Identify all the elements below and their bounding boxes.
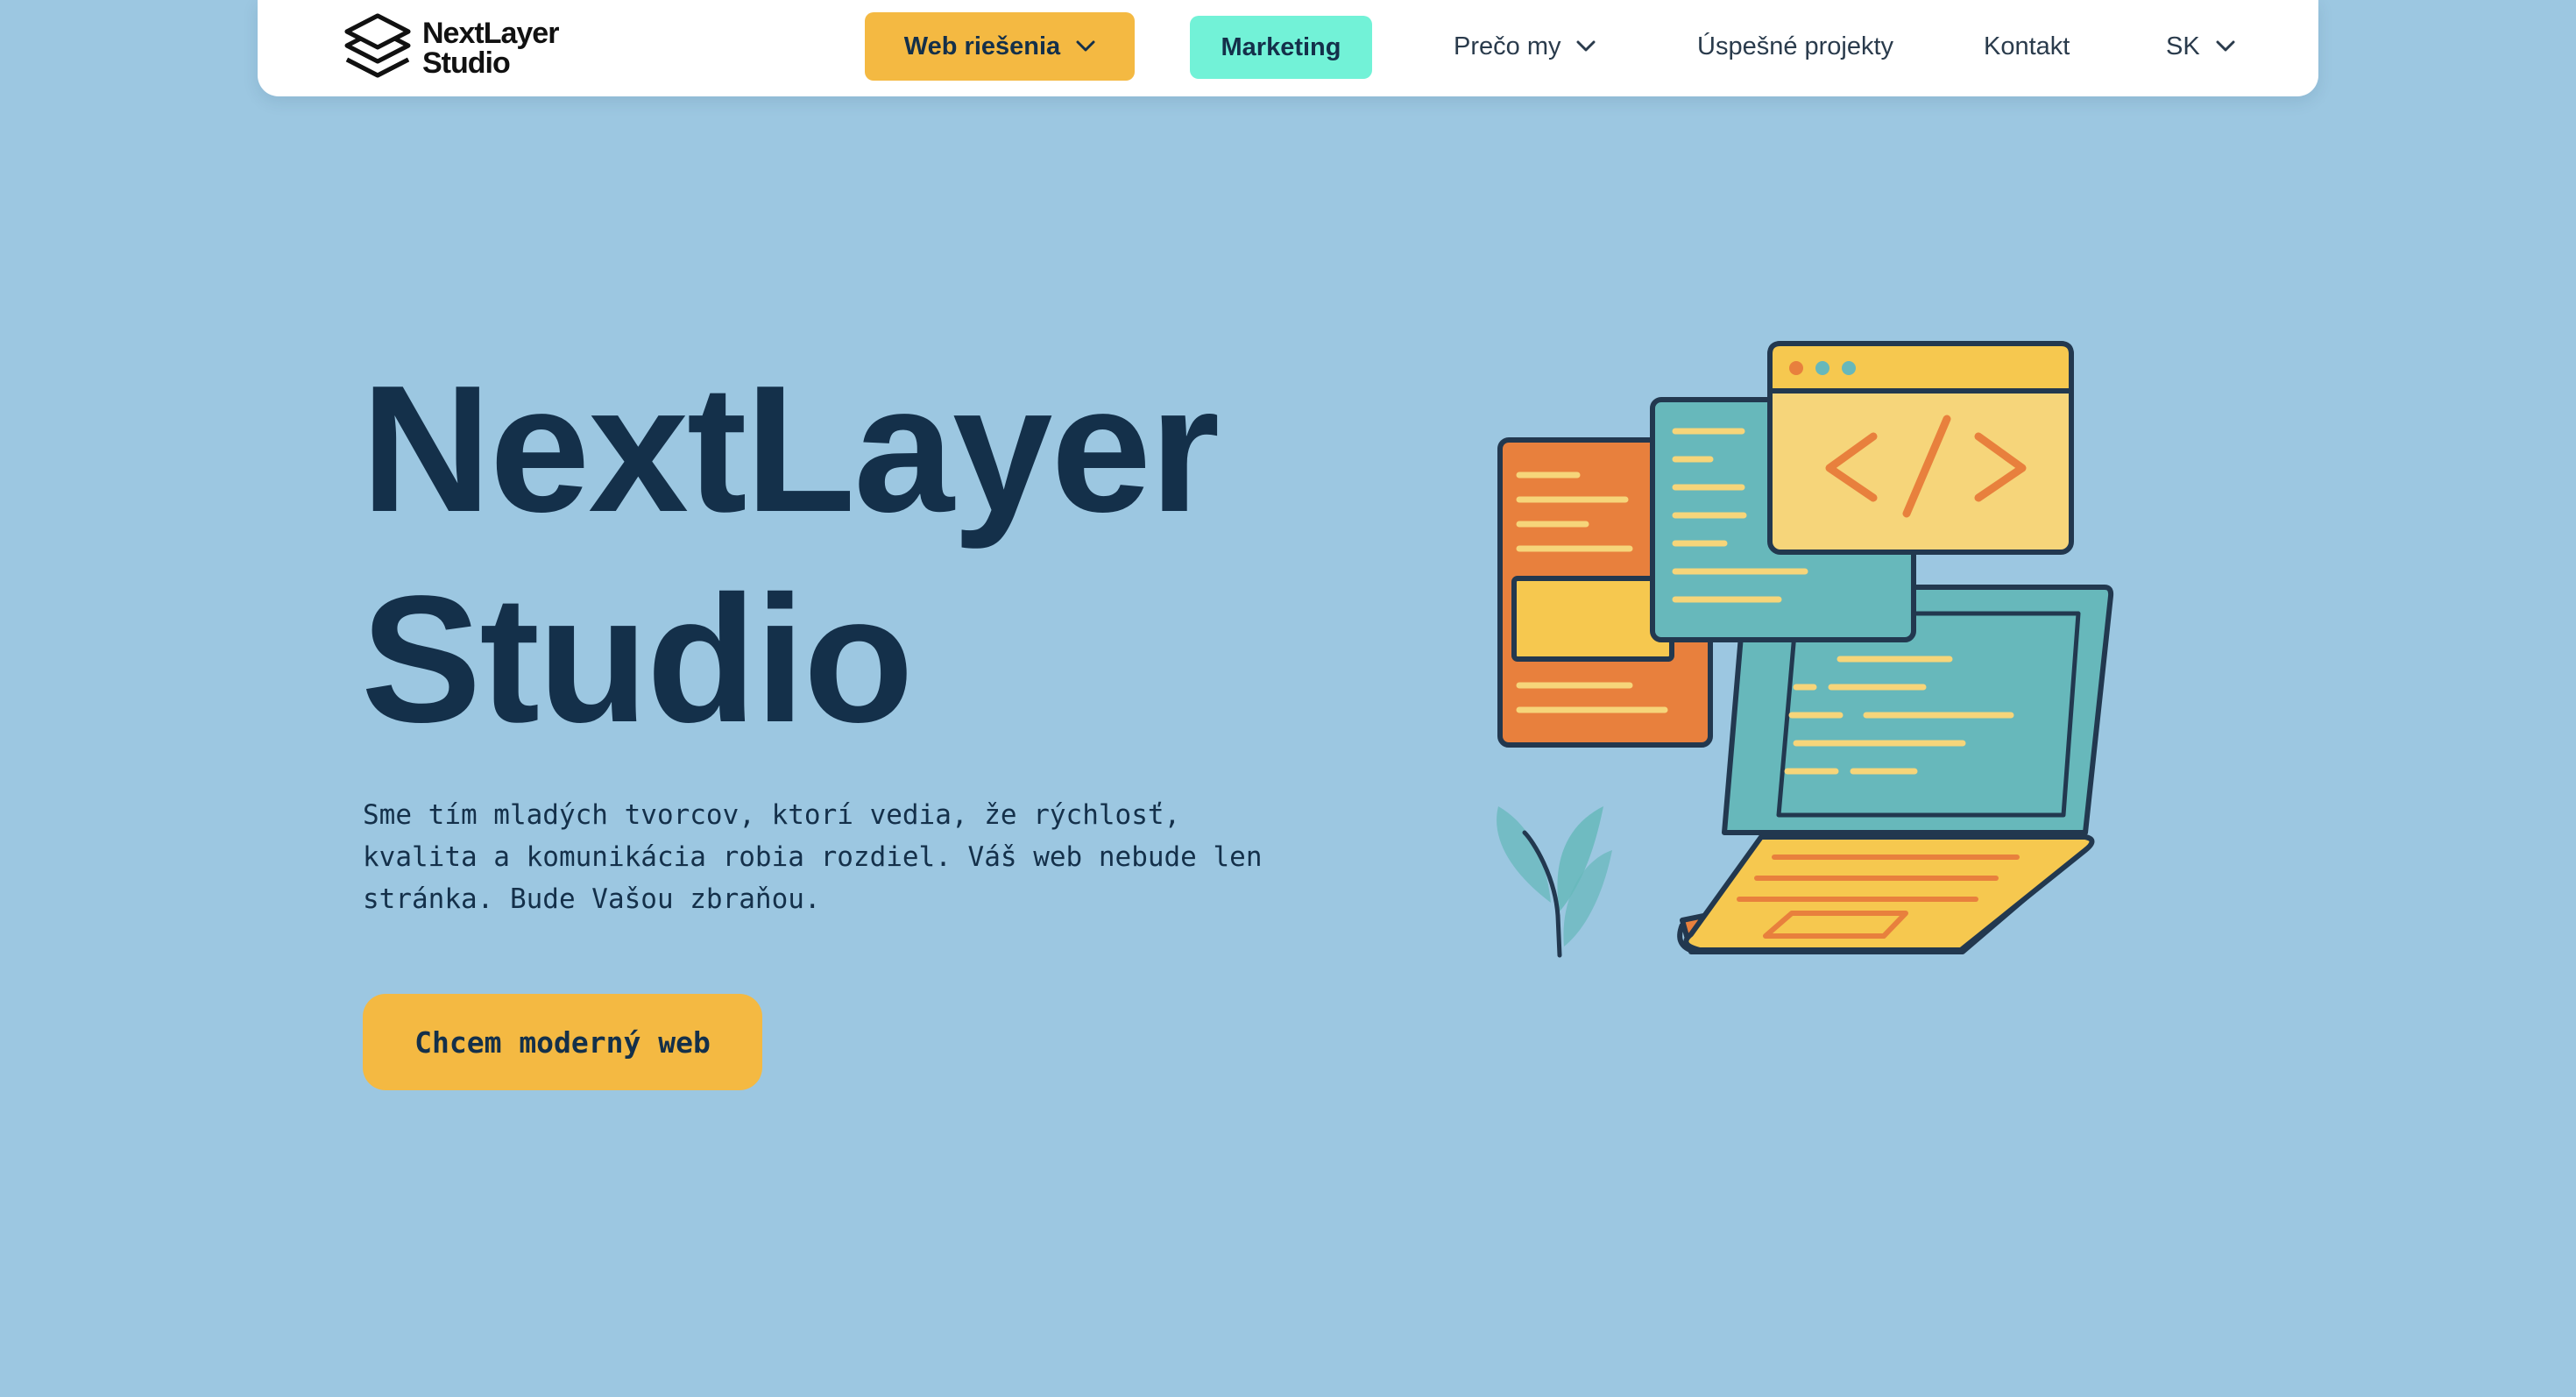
brand-logo[interactable]: NextLayer Studio [343,12,559,84]
language-label: SK [2166,32,2200,60]
nav-contact-link[interactable]: Kontakt [1984,18,2070,75]
brand-name-line2: Studio [422,46,511,80]
cta-button[interactable]: Chcem moderný web [363,994,762,1090]
cta-label: Chcem moderný web [414,1025,711,1060]
chevron-down-icon [1076,40,1095,52]
plant-icon [1497,806,1612,958]
nav-why-us-dropdown[interactable]: Prečo my [1454,18,1596,75]
chevron-down-icon [2216,40,2235,52]
language-selector[interactable]: SK [2166,18,2235,75]
hero-subtitle-line1: Sme tím mladých tvorcov, ktorí vedia, že… [363,799,1181,831]
nav-marketing-button[interactable]: Marketing [1190,16,1372,79]
brand-name: NextLayer Studio [422,17,559,80]
layers-icon [344,13,411,78]
nav-web-solutions-button[interactable]: Web riešenia [865,12,1135,81]
hero-title-line1: NextLayer [361,348,1220,550]
nav-why-us-label: Prečo my [1454,32,1561,60]
code-browser-window [1767,341,2074,555]
hero-title-line2: Studio [361,558,914,760]
nav-marketing-label: Marketing [1221,32,1341,61]
nav-web-solutions-label: Web riešenia [903,32,1061,60]
navbar: NextLayer Studio Web riešenia Marketing … [258,0,2318,96]
chevron-down-icon [1576,40,1596,52]
nav-projects-link[interactable]: Úspešné projekty [1697,18,1893,75]
page: NextLayer Studio Web riešenia Marketing … [0,0,2576,1397]
laptop-code-illustration [1497,341,2114,958]
hero-title: NextLayer Studio [361,344,1220,764]
nav-contact-label: Kontakt [1984,32,2070,60]
brand-name-line1: NextLayer [422,17,559,50]
hero-subtitle: Sme tím mladých tvorcov, ktorí vedia, že… [363,794,1309,920]
hero-subtitle-line3: stránka. Bude Vašou zbraňou. [363,883,821,915]
hero-subtitle-line2: kvalita a komunikácia robia rozdiel. Váš… [363,841,1263,873]
nav-projects-label: Úspešné projekty [1697,32,1894,60]
